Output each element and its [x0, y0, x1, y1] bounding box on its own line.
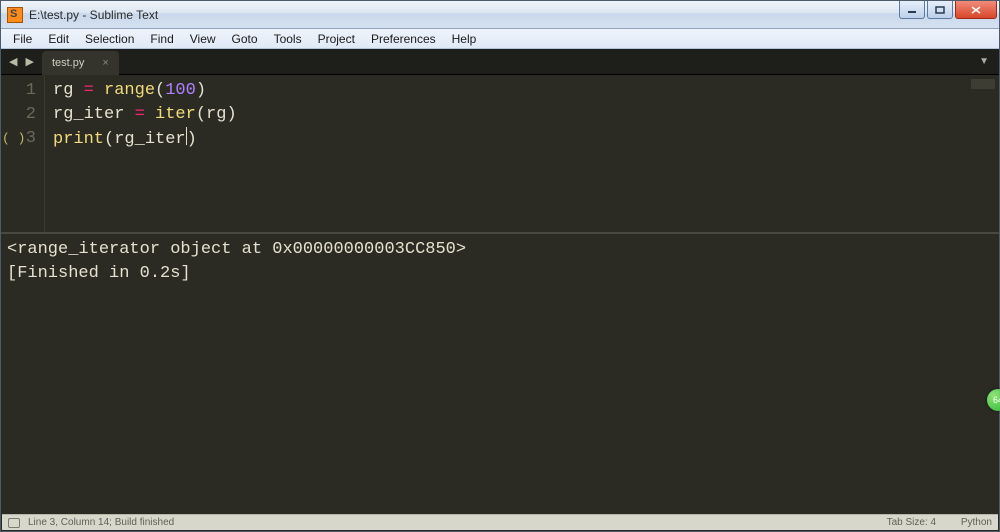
- code-line-2: rg_iter = iter(rg): [53, 103, 237, 127]
- menu-view[interactable]: View: [182, 30, 224, 48]
- tab-label: test.py: [52, 57, 84, 69]
- build-output-panel[interactable]: <range_iterator object at 0x00000000003C…: [1, 234, 999, 514]
- menu-find[interactable]: Find: [142, 30, 181, 48]
- edge-badge-text: 64: [993, 395, 1000, 405]
- nav-arrows: ◀ ▶: [1, 55, 42, 68]
- nav-back-icon[interactable]: ◀: [9, 55, 17, 68]
- close-icon: [970, 5, 982, 15]
- tab-bar: ◀ ▶ test.py × ▼: [1, 49, 999, 75]
- console-line: [Finished in 0.2s]: [7, 262, 993, 286]
- menu-project[interactable]: Project: [310, 30, 363, 48]
- menu-file[interactable]: File: [5, 30, 40, 48]
- line-gutter: ( ) 1 2 3: [1, 75, 45, 232]
- status-left: Line 3, Column 14; Build finished: [28, 517, 174, 528]
- minimap[interactable]: [971, 79, 995, 89]
- minimize-button[interactable]: [899, 1, 925, 19]
- menu-tools[interactable]: Tools: [266, 30, 310, 48]
- titlebar: E:\test.py - Sublime Text: [1, 1, 999, 29]
- status-syntax[interactable]: Python: [961, 517, 992, 528]
- editor-pane[interactable]: ( ) 1 2 3 rg = range(100)rg_iter = iter(…: [1, 75, 999, 234]
- tab-testpy[interactable]: test.py ×: [42, 51, 119, 75]
- maximize-button[interactable]: [927, 1, 953, 19]
- code-line-1: rg = range(100): [53, 79, 237, 103]
- bracket-marker-icon: ( ): [2, 127, 25, 151]
- tab-dropdown-icon[interactable]: ▼: [979, 56, 989, 67]
- window-controls: [897, 1, 997, 19]
- menu-edit[interactable]: Edit: [40, 30, 77, 48]
- sublime-app-icon: [7, 7, 23, 23]
- minimize-icon: [907, 6, 917, 14]
- console-line: <range_iterator object at 0x00000000003C…: [7, 238, 993, 262]
- close-button[interactable]: [955, 1, 997, 19]
- menu-selection[interactable]: Selection: [77, 30, 142, 48]
- line-number: 1: [1, 79, 36, 103]
- status-right: Tab Size: 4 Python: [865, 517, 992, 528]
- menu-preferences[interactable]: Preferences: [363, 30, 444, 48]
- menu-goto[interactable]: Goto: [224, 30, 266, 48]
- tab-close-icon[interactable]: ×: [102, 57, 108, 69]
- statusbar: Line 3, Column 14; Build finished Tab Si…: [2, 514, 998, 530]
- menu-help[interactable]: Help: [444, 30, 485, 48]
- nav-forward-icon[interactable]: ▶: [25, 55, 33, 68]
- line-number: 2: [1, 103, 36, 127]
- status-tab-size[interactable]: Tab Size: 4: [887, 517, 936, 528]
- maximize-icon: [935, 6, 945, 14]
- window-title: E:\test.py - Sublime Text: [29, 8, 158, 22]
- code-area[interactable]: rg = range(100)rg_iter = iter(rg)print(r…: [45, 75, 237, 232]
- code-line-3: print(rg_iter): [53, 127, 237, 152]
- menubar: File Edit Selection Find View Goto Tools…: [1, 29, 999, 49]
- panel-switcher-icon[interactable]: [8, 518, 20, 528]
